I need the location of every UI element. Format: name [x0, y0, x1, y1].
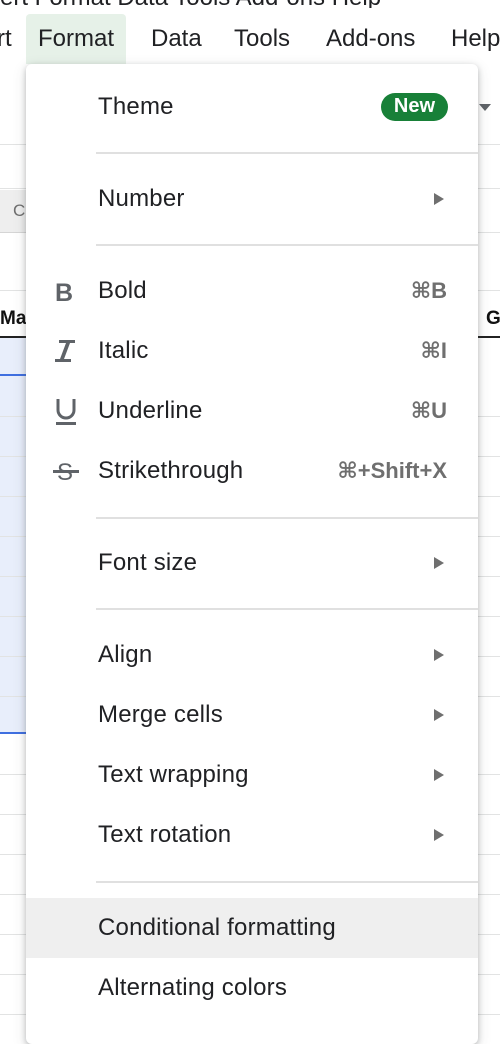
bold-icon: B: [53, 276, 79, 307]
toolbar-title-cut: ert Format Data Tools Add-ons Help: [0, 0, 500, 8]
menu-item-label: Strikethrough: [98, 457, 244, 484]
shortcut-text: ⌘B: [410, 278, 447, 303]
menu-item-label: Alternating colors: [98, 974, 288, 1001]
menu-tools[interactable]: Tools: [234, 14, 290, 64]
menu-item-label: Text wrapping: [98, 761, 249, 788]
selection-border: [0, 732, 28, 734]
column-header-left[interactable]: Ma: [0, 308, 26, 330]
selection-border: [0, 374, 28, 376]
svg-text:B: B: [55, 279, 73, 306]
name-box-text: C: [13, 201, 26, 220]
shortcut-text: ⌘U: [410, 398, 447, 423]
shortcut-text: ⌘I: [420, 338, 447, 363]
menu-item-label: Bold: [98, 277, 147, 304]
menu-separator: [96, 608, 478, 610]
menu-item-merge-cells[interactable]: Merge cells: [26, 685, 478, 745]
submenu-arrow-icon: [434, 829, 444, 841]
menu-item-align[interactable]: Align: [26, 625, 478, 685]
italic-icon: [53, 336, 79, 366]
menu-separator: [96, 517, 478, 519]
submenu-arrow-icon: [434, 709, 444, 721]
format-menu: Theme New Number B Bold ⌘B Italic ⌘I Und…: [26, 64, 478, 1044]
submenu-arrow-icon: [434, 769, 444, 781]
menu-item-label: Italic: [98, 337, 149, 364]
menu-item-label: Font size: [98, 549, 198, 576]
menu-separator: [96, 152, 478, 154]
menu-insert[interactable]: rt: [0, 14, 12, 64]
submenu-arrow-icon: [434, 557, 444, 569]
column-header-right[interactable]: G: [486, 308, 500, 330]
menu-item-label: Number: [98, 185, 185, 212]
menu-item-label: Align: [98, 641, 153, 668]
menu-item-bold[interactable]: B Bold ⌘B: [26, 261, 478, 321]
menu-separator: [96, 881, 478, 883]
menu-add-ons[interactable]: Add-ons: [326, 14, 415, 64]
menu-item-number[interactable]: Number: [26, 169, 478, 229]
submenu-arrow-icon: [434, 193, 444, 205]
menu-format[interactable]: Format: [26, 14, 127, 64]
shortcut-text: ⌘+Shift+X: [337, 458, 447, 483]
menu-item-theme[interactable]: Theme New: [26, 77, 478, 137]
strikethrough-icon: S: [53, 456, 79, 486]
menu-item-text-wrapping[interactable]: Text wrapping: [26, 745, 478, 805]
menu-item-label: Underline: [98, 397, 203, 424]
header-underline: [478, 336, 500, 338]
submenu-arrow-icon: [434, 649, 444, 661]
menu-data[interactable]: Data: [151, 14, 202, 64]
menu-item-strikethrough[interactable]: S Strikethrough ⌘+Shift+X: [26, 441, 478, 501]
menu-item-alternating-colors[interactable]: Alternating colors: [26, 958, 478, 1018]
menu-help[interactable]: Help: [451, 14, 500, 64]
menu-item-label: Text rotation: [98, 821, 232, 848]
menu-item-label: Theme: [98, 93, 174, 120]
menu-item-text-rotation[interactable]: Text rotation: [26, 805, 478, 865]
menu-separator: [96, 244, 478, 246]
underline-icon: [53, 396, 79, 426]
menu-item-label: Conditional formatting: [98, 914, 336, 941]
menu-bar: rt Format Data Tools Add-ons Help: [0, 14, 500, 66]
menu-item-underline[interactable]: Underline ⌘U: [26, 381, 478, 441]
caret-down-icon[interactable]: [479, 104, 491, 111]
new-badge: New: [380, 93, 448, 121]
cut-off-text: ert Format Data Tools Add-ons Help: [0, 0, 381, 8]
menu-item-italic[interactable]: Italic ⌘I: [26, 321, 478, 381]
menu-item-font-size[interactable]: Font size: [26, 533, 478, 593]
menu-item-conditional-formatting[interactable]: Conditional formatting: [26, 898, 478, 958]
menu-item-label: Merge cells: [98, 701, 223, 728]
